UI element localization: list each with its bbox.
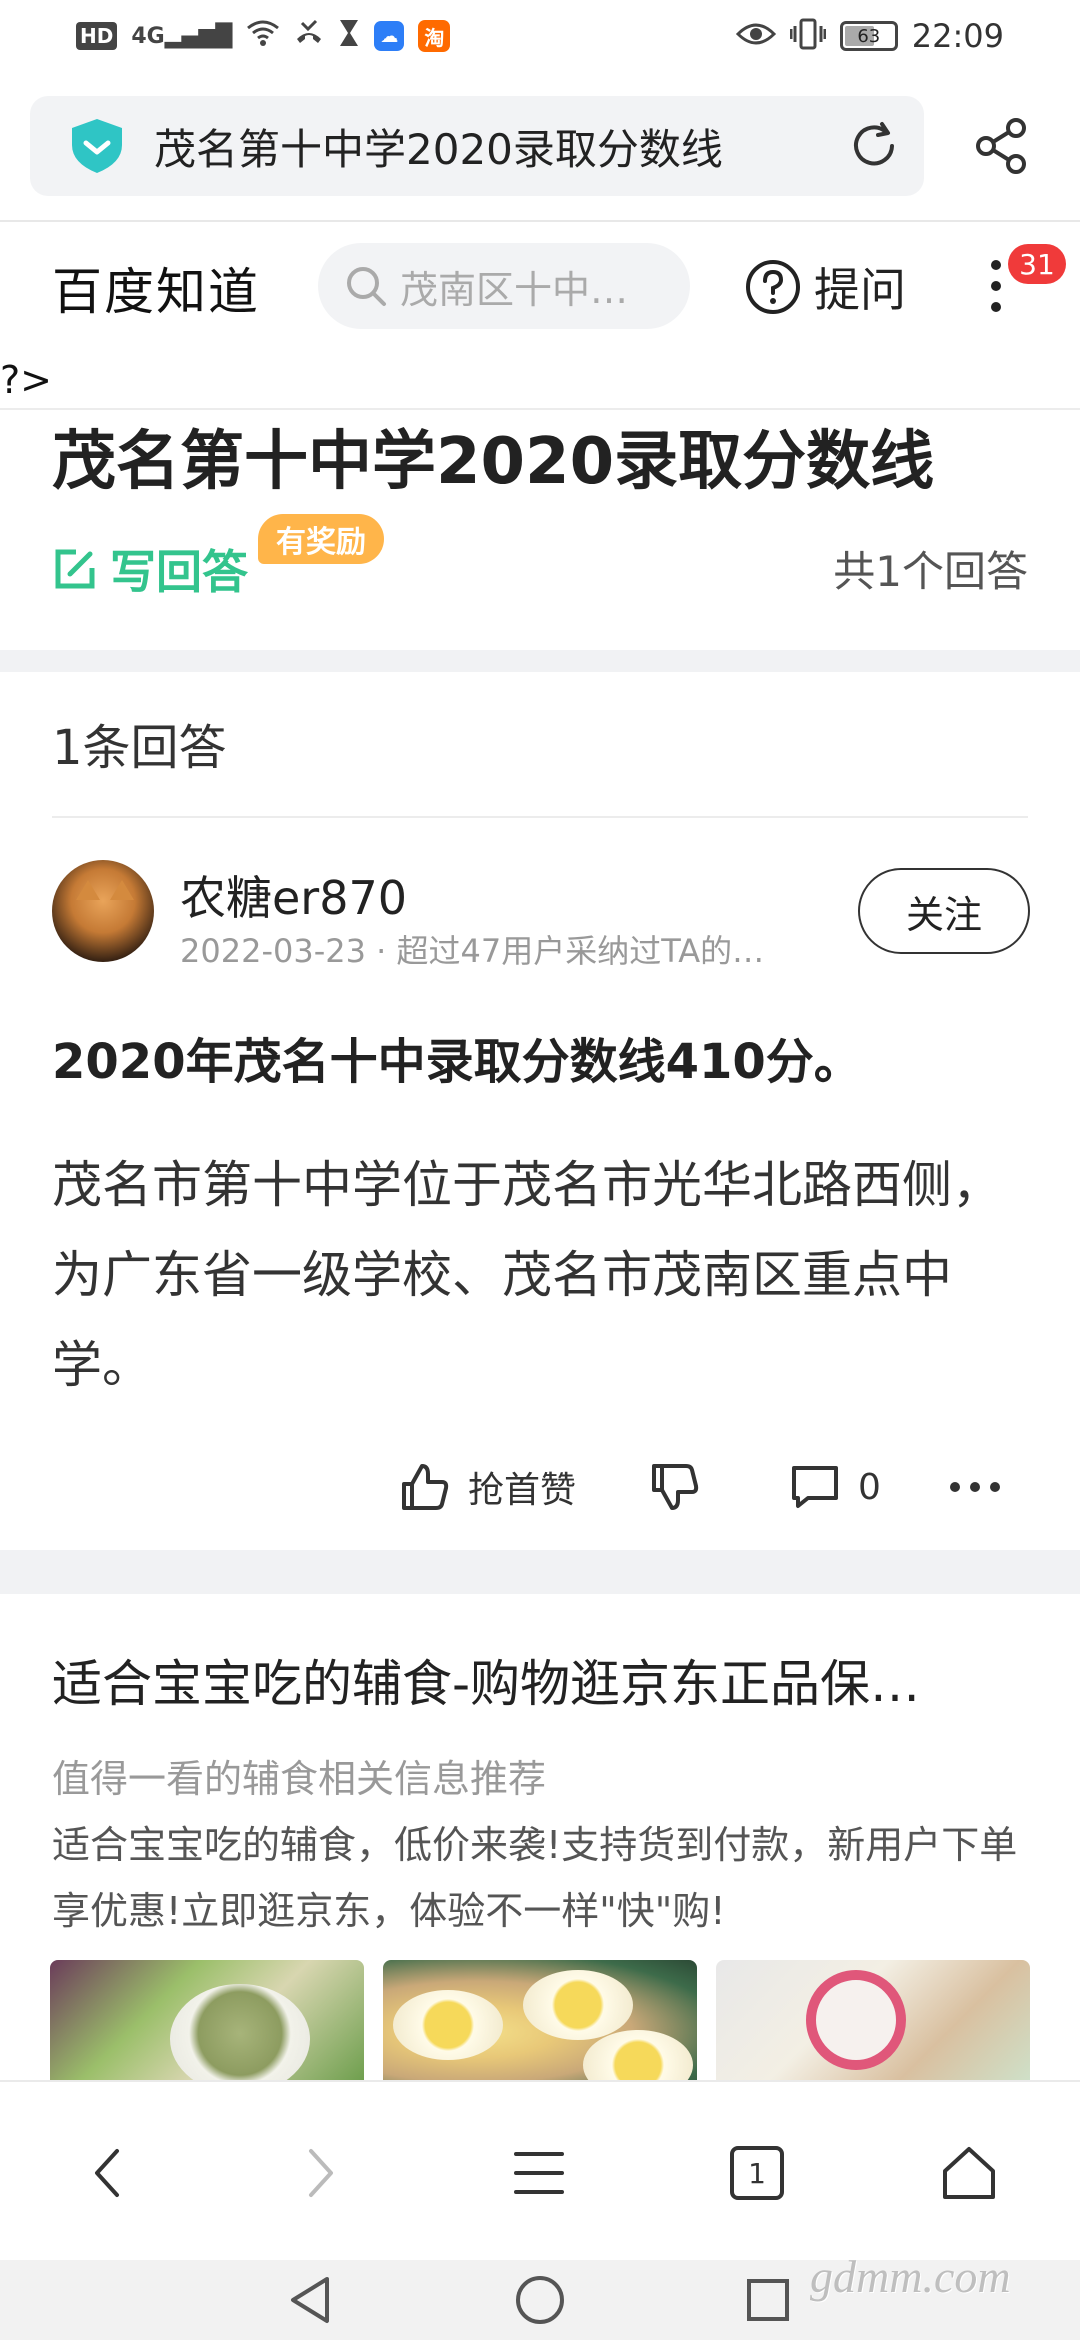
url-text: 茂名第十中学2020录取分数线 (154, 124, 723, 174)
signal-icon: 4G▂▄▆█ (131, 23, 233, 49)
hourglass-icon (338, 18, 360, 55)
address-bar[interactable]: 茂名第十中学2020录取分数线 (30, 96, 924, 196)
system-recents-button[interactable] (738, 2270, 798, 2330)
more-dot (991, 281, 1001, 291)
like-button[interactable]: 抢首赞 (400, 1452, 576, 1522)
triangle-back-icon (291, 2277, 329, 2323)
section-separator (0, 1550, 1080, 1594)
system-back-button[interactable] (280, 2270, 340, 2330)
stray-text: ?> (0, 358, 53, 402)
avatar-cat-ear (76, 880, 100, 900)
avatar[interactable] (52, 860, 154, 962)
section-separator (0, 650, 1080, 672)
comment-button[interactable]: 0 (790, 1452, 881, 1522)
dislike-button[interactable] (650, 1452, 700, 1522)
comment-count: 0 (858, 1466, 881, 1508)
ad-title[interactable]: 适合宝宝吃的辅食-购物逛京东正品保… (52, 1644, 1012, 1716)
circle-home-icon (516, 2276, 564, 2324)
network-type: 4G (131, 23, 165, 49)
battery-icon: 63 (839, 21, 898, 51)
search-icon (347, 267, 386, 306)
answer-actions: 抢首赞 0 (400, 1452, 1040, 1522)
thumbs-up-icon (402, 1464, 449, 1510)
follow-button[interactable]: 关注 (858, 868, 1030, 954)
browser-home-button[interactable] (924, 2128, 1014, 2218)
browser-tabs-button[interactable]: 1 (712, 2128, 802, 2218)
ad-image[interactable] (716, 1960, 1030, 2080)
ad-image[interactable] (383, 1960, 697, 2080)
comment-icon (792, 1466, 838, 1508)
battery-level: 63 (857, 25, 881, 47)
search-input[interactable]: 茂南区十中… (318, 243, 690, 329)
ad-image-bowl (170, 1984, 310, 2080)
browser-forward-button[interactable] (276, 2128, 366, 2218)
share-button[interactable] (966, 110, 1038, 182)
question-icon (746, 260, 800, 314)
missed-call-icon (294, 19, 324, 54)
status-right: 63 22:09 (735, 12, 1004, 60)
chevron-left-icon (95, 2149, 119, 2197)
like-label: 抢首赞 (468, 1470, 577, 1511)
status-bar: HD 4G▂▄▆█ ☁ 淘 63 22:09 (0, 0, 1080, 80)
taobao-app-icon: 淘 (418, 20, 451, 52)
answer-body: 茂名市第十中学位于茂名市光华北路西侧，为广东省一级学校、茂名市茂南区重点中学。 (52, 1156, 1002, 1394)
hd-indicator: HD (76, 22, 118, 50)
ad-image[interactable] (50, 1960, 364, 2080)
share-icon (976, 118, 1026, 174)
tab-count: 1 (730, 2146, 784, 2200)
ask-question-button[interactable]: 提问 (744, 254, 906, 320)
shield-icon (72, 119, 122, 173)
menu-icon (514, 2152, 564, 2194)
search-placeholder: 茂南区十中… (400, 267, 629, 312)
edit-icon (55, 549, 95, 589)
answer-count: 共1个回答 (833, 547, 1028, 596)
notification-badge: 31 (1008, 244, 1066, 284)
home-icon (943, 2147, 995, 2199)
ad-description: 适合宝宝吃的辅食，低价来袭!支持货到付款，新用户下单享优惠!立即逛京东，体验不一… (52, 1823, 1018, 1933)
zhidao-logo[interactable]: 百度知道 (52, 252, 260, 324)
ad-image-egg (393, 1990, 503, 2060)
answer-highlight: 2020年茂名十中录取分数线410分。 (52, 1034, 862, 1090)
more-horizontal-icon (950, 1482, 1000, 1492)
write-answer-button[interactable]: 写回答 (54, 536, 248, 602)
wifi-icon (246, 19, 280, 54)
cloud-app-icon: ☁ (374, 21, 405, 51)
author-name[interactable]: 农糖er870 (180, 862, 407, 928)
status-clock: 22:09 (911, 17, 1004, 55)
divider (0, 220, 1080, 222)
more-dot (991, 302, 1001, 312)
square-recents-icon (747, 2279, 789, 2321)
author-meta: 2022-03-23 · 超过47用户采纳过TA的… (180, 932, 765, 970)
answers-heading: 1条回答 (52, 720, 227, 776)
ad-image-egg (523, 1970, 633, 2040)
reward-badge: 有奖励 (258, 514, 384, 564)
question-title: 茂名第十中学2020录取分数线 (52, 425, 935, 499)
ad-subtitle: 值得一看的辅食相关信息推荐 (52, 1757, 547, 1801)
system-home-button[interactable] (510, 2270, 570, 2330)
ad-image-radish (806, 1970, 906, 2070)
status-left: HD 4G▂▄▆█ ☁ 淘 (76, 14, 451, 58)
chevron-right-icon (309, 2149, 333, 2197)
browser-menu-button[interactable] (494, 2128, 584, 2218)
browser-toolbar: 1 (0, 2080, 1080, 2260)
vibrate-icon (789, 18, 827, 54)
ad-image-egg (583, 2030, 693, 2080)
reload-icon[interactable] (846, 118, 902, 174)
avatar-cat-ear (110, 880, 134, 900)
eye-comfort-icon (735, 20, 776, 52)
divider (52, 816, 1028, 818)
write-answer-label: 写回答 (110, 545, 248, 599)
browser-back-button[interactable] (62, 2128, 152, 2218)
ask-label: 提问 (814, 263, 906, 317)
watermark: gdmm.com (810, 2251, 1011, 2302)
thumbs-down-icon (652, 1464, 699, 1510)
answer-more-button[interactable] (950, 1452, 1000, 1522)
more-dot (991, 260, 1001, 270)
